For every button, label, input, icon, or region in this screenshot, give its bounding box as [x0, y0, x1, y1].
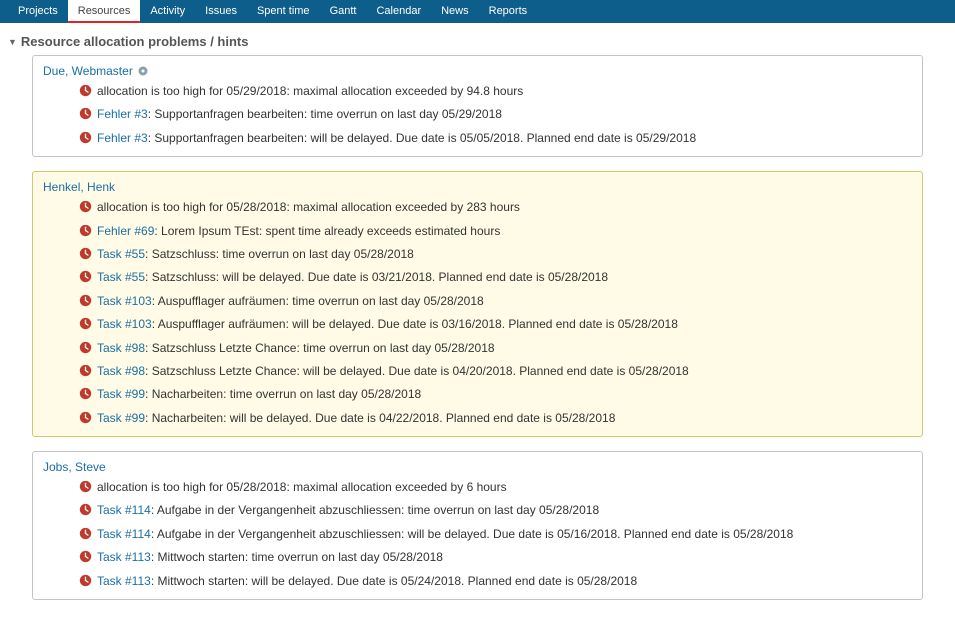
problem-text: : Mittwoch starten: will be delayed. Due… — [151, 574, 637, 588]
clock-icon — [79, 270, 92, 283]
issue-link[interactable]: Fehler #3 — [97, 107, 148, 121]
issue-link[interactable]: Fehler #3 — [97, 131, 148, 145]
problem-text: : Lorem Ipsum TEst: spent time already e… — [154, 224, 500, 238]
problem-text: : Nacharbeiten: will be delayed. Due dat… — [145, 411, 615, 425]
issue-link[interactable]: Task #55 — [97, 270, 145, 284]
clock-icon — [79, 341, 92, 354]
clock-icon — [79, 107, 92, 120]
clock-icon — [79, 411, 92, 424]
issue-link[interactable]: Task #103 — [97, 294, 152, 308]
nav-tab-gantt[interactable]: Gantt — [320, 0, 367, 23]
problem-line: Task #103: Auspufflager aufräumen: time … — [43, 290, 912, 313]
problem-text: : Satzschluss Letzte Chance: time overru… — [145, 341, 495, 355]
problem-line: allocation is too high for 05/28/2018: m… — [43, 476, 912, 499]
problem-text: : Satzschluss: will be delayed. Due date… — [145, 270, 608, 284]
clock-icon — [79, 317, 92, 330]
clock-icon — [79, 527, 92, 540]
clock-icon — [79, 550, 92, 563]
clock-icon — [79, 224, 92, 237]
top-nav: ProjectsResourcesActivityIssuesSpent tim… — [0, 0, 955, 24]
issue-link[interactable]: Task #113 — [97, 550, 151, 564]
problem-line: Task #114: Aufgabe in der Vergangenheit … — [43, 523, 912, 546]
clock-icon — [79, 387, 92, 400]
problem-line: Task #55: Satzschluss: time overrun on l… — [43, 243, 912, 266]
issue-link[interactable]: Task #55 — [97, 247, 145, 261]
resource-name-link[interactable]: Due, Webmaster — [43, 64, 149, 78]
nav-tab-news[interactable]: News — [431, 0, 479, 23]
clock-icon — [79, 200, 92, 213]
problem-text: : Satzschluss Letzte Chance: will be del… — [145, 364, 689, 378]
problem-text: : Aufgabe in der Vergangenheit abzuschli… — [151, 527, 793, 541]
resource-card: Henkel, Henk allocation is too high for 0… — [32, 171, 923, 437]
problem-line: allocation is too high for 05/28/2018: m… — [43, 196, 912, 219]
problem-line: Task #99: Nacharbeiten: will be delayed.… — [43, 407, 912, 430]
clock-icon — [79, 574, 92, 587]
problem-line: Task #103: Auspufflager aufräumen: will … — [43, 313, 912, 336]
problem-text: : Satzschluss: time overrun on last day … — [145, 247, 414, 261]
problem-line: Fehler #3: Supportanfragen bearbeiten: t… — [43, 103, 912, 126]
problem-line: Task #55: Satzschluss: will be delayed. … — [43, 266, 912, 289]
nav-tab-issues[interactable]: Issues — [195, 0, 247, 23]
resource-name-link[interactable]: Jobs, Steve — [43, 460, 106, 474]
nav-tab-reports[interactable]: Reports — [479, 0, 538, 23]
problem-line: Task #98: Satzschluss Letzte Chance: tim… — [43, 337, 912, 360]
problem-text: allocation is too high for 05/28/2018: m… — [97, 199, 520, 216]
collapse-icon[interactable]: ▼ — [8, 37, 17, 47]
issue-link[interactable]: Task #98 — [97, 364, 145, 378]
problem-text: : Aufgabe in der Vergangenheit abzuschli… — [151, 503, 599, 517]
problem-text: : Supportanfragen bearbeiten: will be de… — [148, 131, 696, 145]
problem-line: Task #99: Nacharbeiten: time overrun on … — [43, 383, 912, 406]
problem-line: Task #114: Aufgabe in der Vergangenheit … — [43, 499, 912, 522]
nav-tab-activity[interactable]: Activity — [140, 0, 195, 23]
problem-line: Fehler #69: Lorem Ipsum TEst: spent time… — [43, 220, 912, 243]
issue-link[interactable]: Task #114 — [97, 503, 151, 517]
resource-card: Due, Webmaster allocation is too high for… — [32, 55, 923, 157]
issue-link[interactable]: Task #113 — [97, 574, 151, 588]
issue-link[interactable]: Task #98 — [97, 341, 145, 355]
nav-tab-projects[interactable]: Projects — [8, 0, 68, 23]
problem-line: Task #113: Mittwoch starten: will be del… — [43, 570, 912, 593]
admin-gear-icon — [137, 65, 149, 77]
clock-icon — [79, 480, 92, 493]
problem-line: Fehler #3: Supportanfragen bearbeiten: w… — [43, 127, 912, 150]
clock-icon — [79, 84, 92, 97]
problem-text: : Mittwoch starten: time overrun on last… — [151, 550, 443, 564]
issue-link[interactable]: Task #103 — [97, 317, 152, 331]
problem-line: allocation is too high for 05/29/2018: m… — [43, 80, 912, 103]
problem-text: allocation is too high for 05/29/2018: m… — [97, 83, 523, 100]
cards-container: Due, Webmaster allocation is too high for… — [0, 55, 955, 626]
problem-text: allocation is too high for 05/28/2018: m… — [97, 479, 507, 496]
section-title: Resource allocation problems / hints — [21, 34, 249, 49]
section-header[interactable]: ▼ Resource allocation problems / hints — [0, 24, 955, 55]
clock-icon — [79, 503, 92, 516]
issue-link[interactable]: Task #114 — [97, 527, 151, 541]
issue-link[interactable]: Task #99 — [97, 387, 145, 401]
clock-icon — [79, 364, 92, 377]
clock-icon — [79, 247, 92, 260]
clock-icon — [79, 294, 92, 307]
nav-tab-calendar[interactable]: Calendar — [366, 0, 431, 23]
issue-link[interactable]: Task #99 — [97, 411, 145, 425]
problem-text: : Nacharbeiten: time overrun on last day… — [145, 387, 421, 401]
problem-text: : Auspufflager aufräumen: time overrun o… — [152, 294, 484, 308]
problem-text: : Supportanfragen bearbeiten: time overr… — [148, 107, 502, 121]
nav-tab-spent-time[interactable]: Spent time — [247, 0, 320, 23]
resource-name-link[interactable]: Henkel, Henk — [43, 180, 115, 194]
issue-link[interactable]: Fehler #69 — [97, 224, 154, 238]
clock-icon — [79, 131, 92, 144]
resource-card: Jobs, Steve allocation is too high for 05… — [32, 451, 923, 600]
problem-text: : Auspufflager aufräumen: will be delaye… — [152, 317, 678, 331]
problem-line: Task #98: Satzschluss Letzte Chance: wil… — [43, 360, 912, 383]
problem-line: Task #113: Mittwoch starten: time overru… — [43, 546, 912, 569]
nav-tab-resources[interactable]: Resources — [68, 0, 141, 23]
